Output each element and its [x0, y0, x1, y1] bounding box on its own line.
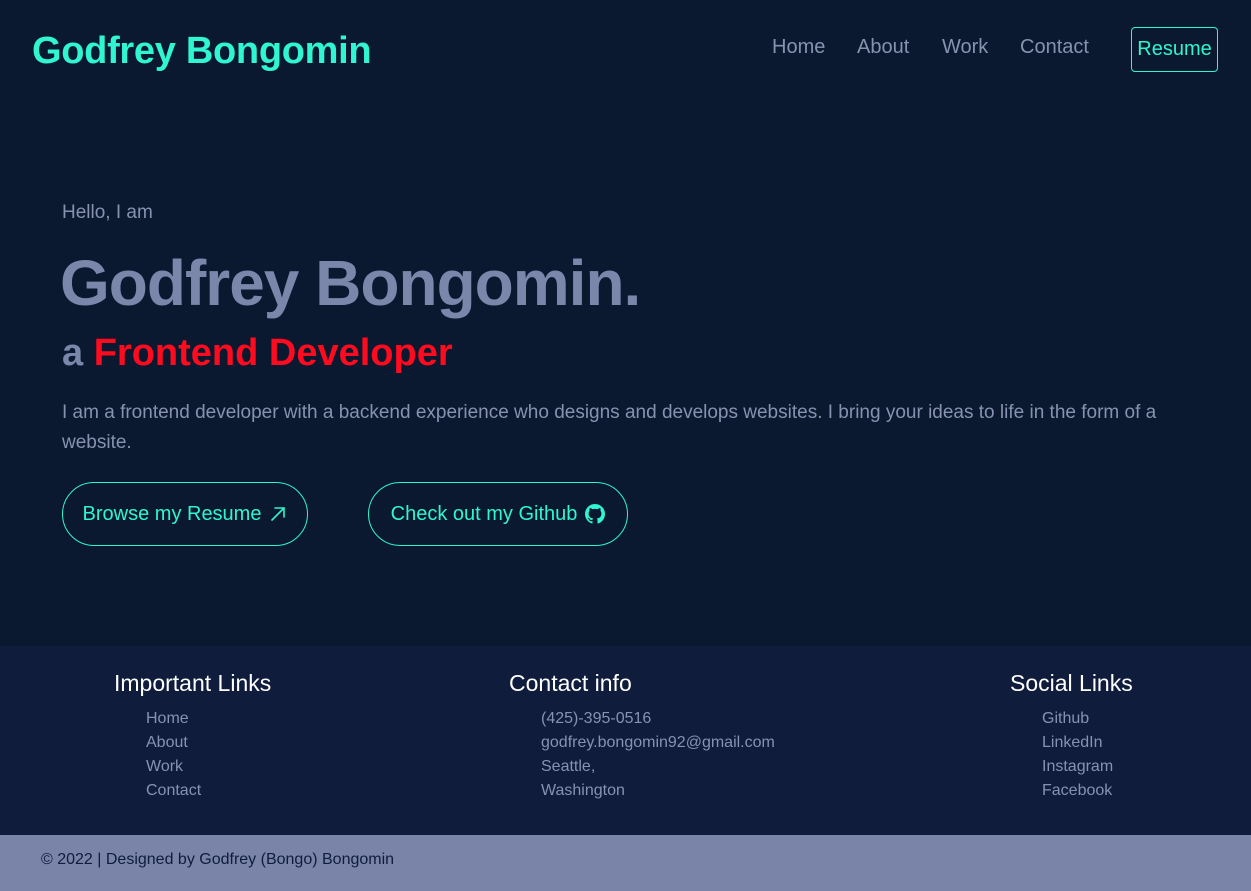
- nav-link-contact[interactable]: Contact: [1020, 36, 1089, 59]
- contact-email[interactable]: godfrey.bongomin92@gmail.com: [541, 731, 775, 755]
- portfolio-page: Godfrey Bongomin Home About Work Contact…: [0, 0, 1251, 891]
- brand-logo[interactable]: Godfrey Bongomin: [32, 30, 372, 73]
- footer-social-list: Github LinkedIn Instagram Facebook: [1010, 707, 1133, 803]
- social-link-github[interactable]: Github: [1042, 710, 1089, 727]
- footer-link-about[interactable]: About: [146, 734, 188, 751]
- copyright-text: © 2022 | Designed by Godfrey (Bongo) Bon…: [41, 851, 395, 868]
- list-item: Github: [1042, 707, 1133, 731]
- browse-resume-label: Browse my Resume: [82, 502, 262, 525]
- footer-contact-title: Contact info: [509, 670, 632, 696]
- contact-phone[interactable]: (425)-395-0516: [541, 707, 775, 731]
- list-item: Instagram: [1042, 755, 1133, 779]
- nav-link-work[interactable]: Work: [942, 36, 988, 59]
- social-link-linkedin[interactable]: LinkedIn: [1042, 734, 1103, 751]
- footer-social-links: Social Links Github LinkedIn Instagram F…: [1010, 670, 1133, 803]
- nav-link-home[interactable]: Home: [772, 36, 825, 59]
- hero-name: Godfrey Bongomin.: [60, 247, 641, 319]
- github-button-label: Check out my Github: [390, 502, 578, 525]
- list-item: Facebook: [1042, 779, 1133, 803]
- footer-link-home[interactable]: Home: [146, 710, 189, 727]
- github-icon: [585, 504, 606, 524]
- arrow-up-right-icon: [269, 505, 287, 523]
- hero-greeting: Hello, I am: [62, 202, 153, 223]
- browse-resume-button[interactable]: Browse my Resume: [62, 482, 308, 546]
- footer-links-title: Important Links: [114, 670, 272, 696]
- hero-role-line: a Frontend Developer: [62, 332, 453, 375]
- hero-intro: I am a frontend developer with a backend…: [62, 402, 1157, 453]
- navbar: Godfrey Bongomin Home About Work Contact…: [0, 0, 1251, 100]
- list-item: LinkedIn: [1042, 731, 1133, 755]
- nav-link-about[interactable]: About: [857, 36, 909, 59]
- footer-important-links: Important Links Home About Work Contact: [114, 670, 271, 803]
- list-item: About: [146, 731, 271, 755]
- footer-link-work[interactable]: Work: [146, 758, 183, 775]
- footer-links-list: Home About Work Contact: [114, 707, 271, 803]
- list-item: Contact: [146, 779, 271, 803]
- list-item: Work: [146, 755, 271, 779]
- footer-contact-list: (425)-395-0516 godfrey.bongomin92@gmail.…: [509, 707, 775, 803]
- github-button[interactable]: Check out my Github: [368, 482, 628, 546]
- footer-link-contact[interactable]: Contact: [146, 782, 201, 799]
- footer: Important Links Home About Work Contact …: [0, 646, 1251, 835]
- role-title: Frontend Developer: [93, 332, 453, 374]
- contact-city: Seattle,: [541, 758, 596, 775]
- footer-social-title: Social Links: [1010, 670, 1133, 696]
- resume-button[interactable]: Resume: [1131, 27, 1218, 72]
- list-item: Home: [146, 707, 271, 731]
- social-link-instagram[interactable]: Instagram: [1042, 758, 1113, 775]
- copyright-bar: © 2022 | Designed by Godfrey (Bongo) Bon…: [0, 835, 1251, 891]
- footer-contact-info: Contact info (425)-395-0516 godfrey.bong…: [509, 670, 775, 803]
- role-prefix: a: [62, 332, 84, 374]
- social-link-facebook[interactable]: Facebook: [1042, 782, 1112, 799]
- contact-state: Washington: [541, 782, 625, 799]
